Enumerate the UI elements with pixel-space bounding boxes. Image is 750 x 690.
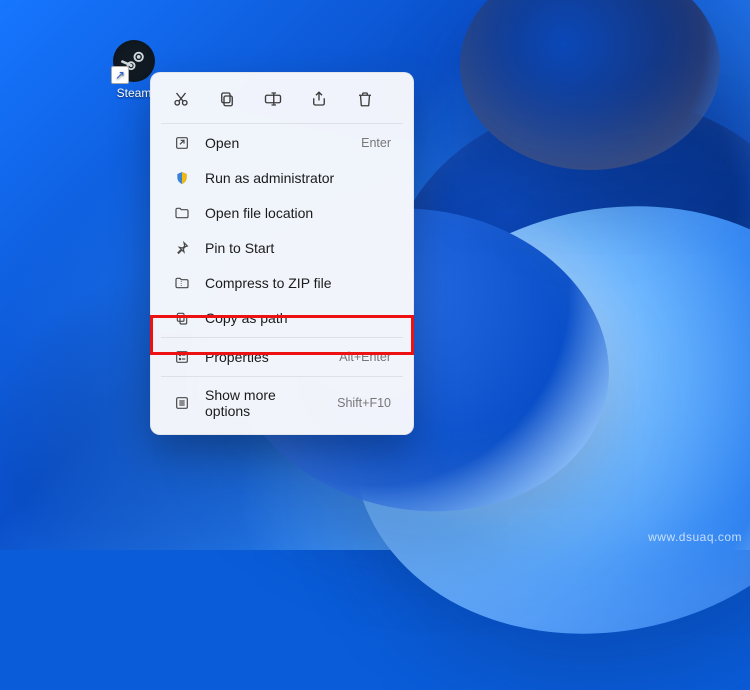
menu-item-label: Copy as path <box>205 310 391 326</box>
shield-icon <box>173 169 191 187</box>
menu-item-copy-as-path[interactable]: Copy as path <box>157 301 407 335</box>
menu-item-open[interactable]: Open Enter <box>157 126 407 160</box>
menu-divider <box>161 123 403 124</box>
menu-item-label: Compress to ZIP file <box>205 275 391 291</box>
menu-item-label: Show more options <box>205 387 323 419</box>
menu-divider <box>161 337 403 338</box>
menu-item-label: Open <box>205 135 347 151</box>
menu-item-run-as-admin[interactable]: Run as administrator <box>157 161 407 195</box>
menu-item-show-more-options[interactable]: Show more options Shift+F10 <box>157 379 407 427</box>
menu-item-accelerator: Alt+Enter <box>339 350 391 364</box>
properties-icon <box>173 348 191 366</box>
cut-button[interactable] <box>169 87 193 111</box>
quick-action-bar <box>151 79 413 121</box>
menu-item-compress-zip[interactable]: Compress to ZIP file <box>157 266 407 300</box>
menu-item-open-file-location[interactable]: Open file location <box>157 196 407 230</box>
copy-button[interactable] <box>215 87 239 111</box>
steam-logo-icon: ↗ <box>113 40 155 82</box>
more-icon <box>173 394 191 412</box>
open-icon <box>173 134 191 152</box>
copy-icon <box>218 90 236 108</box>
desktop-shortcut-label: Steam <box>117 86 152 100</box>
menu-item-pin-to-start[interactable]: Pin to Start <box>157 231 407 265</box>
watermark: www.dsuaq.com <box>648 530 742 544</box>
delete-button[interactable] <box>353 87 377 111</box>
copy-path-icon <box>173 309 191 327</box>
cut-icon <box>172 90 190 108</box>
shortcut-overlay-icon: ↗ <box>111 66 129 84</box>
menu-item-properties[interactable]: Properties Alt+Enter <box>157 340 407 374</box>
trash-icon <box>356 90 374 108</box>
share-icon <box>310 90 328 108</box>
menu-divider <box>161 376 403 377</box>
menu-item-accelerator: Enter <box>361 136 391 150</box>
rename-button[interactable] <box>261 87 285 111</box>
zip-icon <box>173 274 191 292</box>
context-menu: Open Enter Run as administrator Open fil… <box>150 72 414 435</box>
menu-item-label: Pin to Start <box>205 240 391 256</box>
menu-item-accelerator: Shift+F10 <box>337 396 391 410</box>
menu-item-label: Open file location <box>205 205 391 221</box>
share-button[interactable] <box>307 87 331 111</box>
menu-item-label: Properties <box>205 349 325 365</box>
folder-icon <box>173 204 191 222</box>
pin-icon <box>173 239 191 257</box>
rename-icon <box>263 90 283 108</box>
menu-item-label: Run as administrator <box>205 170 391 186</box>
